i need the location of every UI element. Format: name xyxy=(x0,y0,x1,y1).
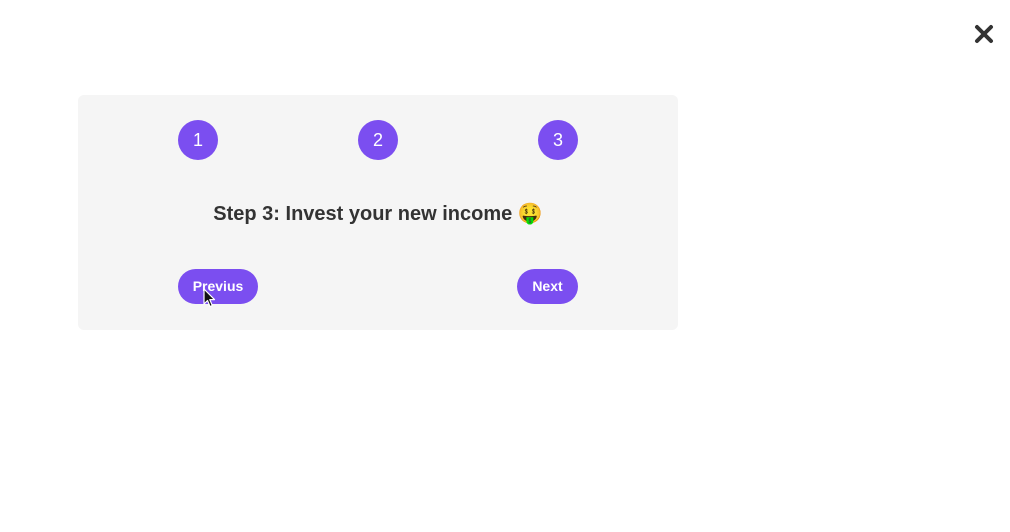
step-3-indicator[interactable]: 3 xyxy=(538,120,578,160)
page: 1 2 3 Step 3: Invest your new income 🤑 P… xyxy=(0,0,1010,532)
stepper-card: 1 2 3 Step 3: Invest your new income 🤑 P… xyxy=(78,95,678,330)
step-2-indicator[interactable]: 2 xyxy=(358,120,398,160)
step-title: Step 3: Invest your new income 🤑 xyxy=(213,203,543,225)
step-indicators: 1 2 3 xyxy=(178,120,578,160)
next-button[interactable]: Next xyxy=(517,269,578,304)
close-button[interactable] xyxy=(970,20,998,48)
previous-button[interactable]: Previus xyxy=(178,269,258,304)
close-icon xyxy=(975,25,993,43)
step-1-indicator[interactable]: 1 xyxy=(178,120,218,160)
